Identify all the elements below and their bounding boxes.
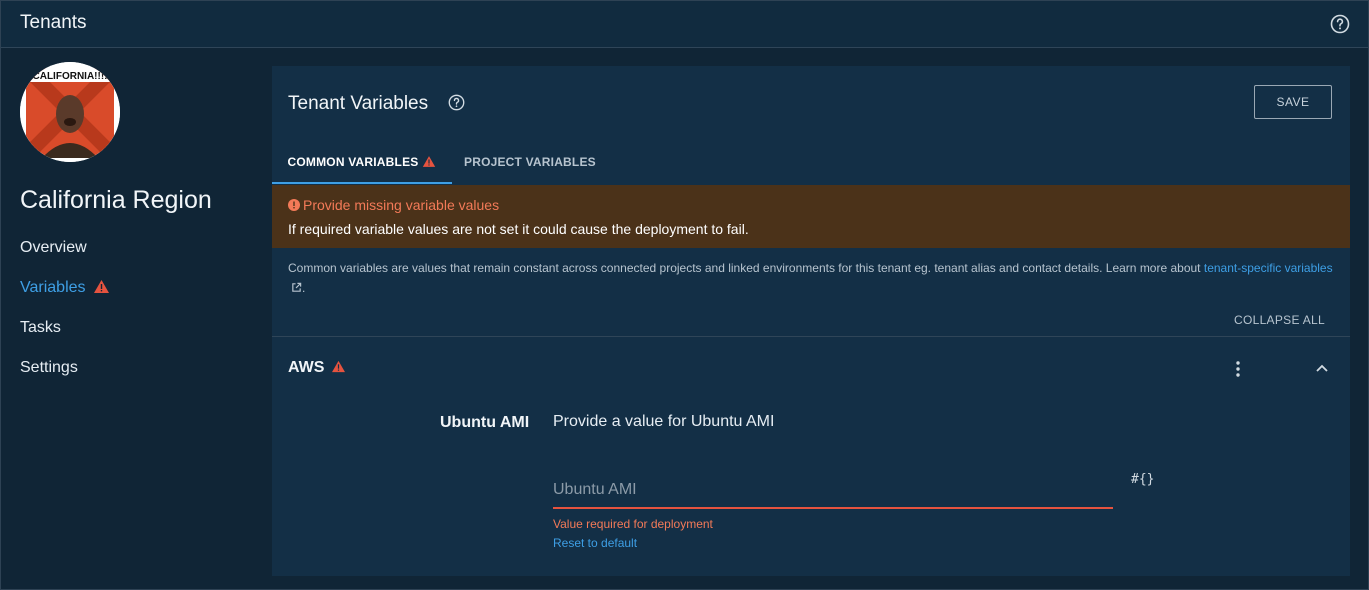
tab-bar: COMMON VARIABLES PROJECT VARIABLES — [272, 142, 1350, 185]
sidebar: CALIFORNIA!!!! California Region Overvie… — [0, 48, 270, 588]
warning-icon — [331, 360, 345, 373]
alert-body: If required variable values are not set … — [288, 221, 749, 237]
variable-binding-icon[interactable]: #{} — [1131, 472, 1154, 487]
top-bar: Tenants — [1, 1, 1368, 48]
alert-title: Provide missing variable values — [303, 197, 500, 213]
validation-error: Value required for deployment — [553, 517, 713, 531]
help-icon[interactable] — [1330, 14, 1350, 34]
error-circle-icon — [288, 199, 300, 211]
sidebar-item-tasks[interactable]: Tasks — [20, 319, 61, 337]
warning-icon — [93, 279, 109, 293]
tenant-name: California Region — [20, 186, 212, 214]
tenant-variables-card: Tenant Variables SAVE COMMON VARIABLES P… — [272, 66, 1350, 576]
sidebar-item-settings[interactable]: Settings — [20, 359, 78, 377]
variable-label: Ubuntu AMI — [440, 414, 530, 431]
common-variables-description: Common variables are values that remain … — [288, 261, 1333, 295]
divider — [272, 336, 1350, 337]
chevron-up-icon[interactable] — [1314, 362, 1330, 374]
tenant-logo-image: CALIFORNIA!!!! — [20, 62, 120, 162]
reset-to-default-link[interactable]: Reset to default — [553, 536, 637, 550]
more-options-icon[interactable] — [1230, 359, 1246, 379]
external-link-icon — [292, 282, 302, 292]
help-icon[interactable] — [448, 94, 465, 111]
variable-description: Provide a value for Ubuntu AMI — [553, 413, 775, 430]
svg-text:CALIFORNIA!!!!: CALIFORNIA!!!! — [33, 71, 108, 82]
sidebar-item-variables[interactable]: Variables — [20, 279, 110, 297]
warning-icon — [423, 155, 436, 167]
save-button[interactable]: SAVE — [1254, 85, 1332, 119]
ubuntu-ami-input[interactable] — [553, 473, 1113, 509]
tab-project-variables[interactable]: PROJECT VARIABLES — [464, 142, 596, 182]
page-title: Tenants — [20, 12, 87, 33]
card-title: Tenant Variables — [288, 93, 429, 114]
tenant-avatar: CALIFORNIA!!!! — [20, 62, 120, 162]
tab-common-variables[interactable]: COMMON VARIABLES — [272, 142, 452, 184]
collapse-all-button[interactable]: COLLAPSE ALL — [1234, 313, 1325, 327]
sidebar-item-overview[interactable]: Overview — [20, 239, 87, 257]
missing-values-alert: Provide missing variable values If requi… — [272, 185, 1350, 248]
variable-group-aws[interactable]: AWS — [288, 359, 346, 377]
